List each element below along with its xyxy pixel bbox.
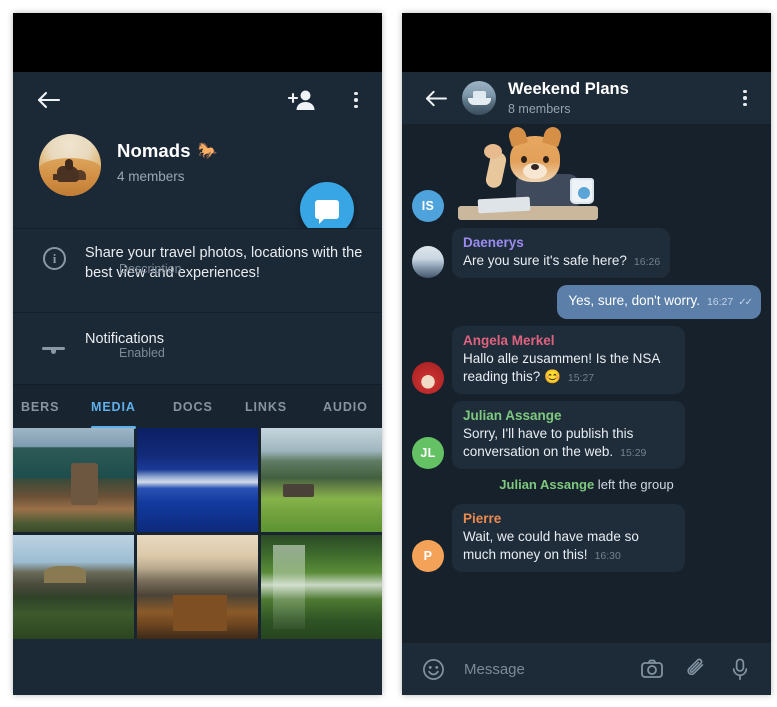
notifications-row[interactable]: Notifications Enabled: [13, 312, 382, 384]
incoming-message[interactable]: Angela Merkel Hallo alle zusammen! Is the…: [412, 326, 761, 394]
message-text: Wait, we could have made so much money o…: [463, 528, 675, 565]
description-label: Description: [119, 262, 182, 276]
doge-sticker-icon[interactable]: [454, 130, 604, 222]
tab-audio[interactable]: AUDIO: [323, 385, 368, 429]
media-thumbnail[interactable]: [261, 535, 382, 639]
group-info-screen: Nomads 🐎 4 members i Share your travel p…: [13, 72, 382, 695]
message-sender[interactable]: Angela Merkel: [463, 333, 675, 348]
group-name: Nomads 🐎: [117, 140, 218, 162]
message-list[interactable]: IS Daenerys Are you sure it's safe here? 16…: [402, 124, 771, 643]
media-tabbar: BERS MEDIA DOCS LINKS AUDIO: [13, 384, 382, 429]
outgoing-message[interactable]: Yes, sure, don't worry. 16:27 ✓✓: [412, 285, 761, 319]
more-vert-icon[interactable]: [343, 85, 369, 115]
tab-label: DOCS: [173, 399, 213, 414]
avatar[interactable]: JL: [412, 437, 444, 469]
add-person-icon[interactable]: [287, 85, 317, 115]
tab-label: MEDIA: [91, 399, 136, 414]
description-row[interactable]: i Share your travel photos, locations wi…: [13, 228, 382, 312]
group-info-phone: Nomads 🐎 4 members i Share your travel p…: [13, 13, 382, 695]
media-thumbnail[interactable]: [13, 535, 134, 639]
message-sender[interactable]: Daenerys: [463, 235, 660, 250]
message-time: 16:27: [706, 296, 734, 308]
tab-label: LINKS: [245, 399, 287, 414]
status-bar: [13, 13, 382, 72]
avatar[interactable]: [412, 362, 444, 394]
message-time: 15:27: [567, 372, 595, 384]
group-profile: Nomads 🐎 4 members: [13, 128, 382, 236]
horse-emoji-icon: 🐎: [197, 143, 218, 160]
group-info-toolbar: [13, 72, 382, 128]
chat-phone: Weekend Plans 8 members IS Daenerys Are yo…: [402, 13, 771, 695]
message-text: Yes, sure, don't worry. 16:27 ✓✓: [568, 292, 753, 312]
sticker-message[interactable]: IS: [412, 130, 761, 222]
screenshot-stage: Nomads 🐎 4 members i Share your travel p…: [0, 0, 777, 707]
message-bubble[interactable]: Angela Merkel Hallo alle zusammen! Is the…: [452, 326, 685, 394]
chat-toolbar: Weekend Plans 8 members: [402, 72, 771, 124]
avatar[interactable]: IS: [412, 190, 444, 222]
incoming-message[interactable]: P Pierre Wait, we could have made so much …: [412, 504, 761, 572]
tab-label: BERS: [21, 399, 60, 414]
status-bar: [402, 13, 771, 72]
tab-label: AUDIO: [323, 399, 368, 414]
info-icon: i: [43, 247, 67, 271]
media-thumbnail[interactable]: [261, 428, 382, 532]
message-bubble[interactable]: Pierre Wait, we could have made so much m…: [452, 504, 685, 572]
tab-docs[interactable]: DOCS: [173, 385, 213, 429]
message-text: Are you sure it's safe here? 16:26: [463, 252, 660, 271]
bell-icon: [43, 331, 67, 355]
service-message-text: Julian Assange left the group: [499, 477, 674, 492]
chat-avatar[interactable]: [462, 81, 496, 115]
double-check-icon: ✓✓: [738, 297, 753, 308]
more-vert-icon[interactable]: [732, 84, 758, 112]
message-text: Sorry, I'll have to publish this convers…: [463, 425, 675, 462]
incoming-message[interactable]: JL Julian Assange Sorry, I'll have to publ…: [412, 401, 761, 469]
tab-bers[interactable]: BERS: [21, 385, 59, 429]
incoming-message[interactable]: Daenerys Are you sure it's safe here? 16:2…: [412, 228, 761, 278]
message-time: 16:30: [594, 550, 621, 562]
message-time: 16:26: [633, 256, 661, 268]
camera-icon[interactable]: [637, 654, 667, 684]
service-message-user[interactable]: Julian Assange: [499, 477, 594, 492]
service-message: Julian Assange left the group: [412, 476, 761, 494]
message-input-bar: Message: [402, 643, 771, 695]
paperclip-icon[interactable]: [681, 654, 711, 684]
message-sender[interactable]: Pierre: [463, 511, 675, 526]
tab-media[interactable]: MEDIA: [91, 385, 136, 429]
chat-bubble-icon: [315, 199, 339, 224]
chat-member-count: 8 members: [508, 102, 571, 116]
chat-screen: Weekend Plans 8 members IS Daenerys Are yo…: [402, 72, 771, 695]
back-icon[interactable]: [422, 84, 450, 112]
notifications-state: Enabled: [119, 346, 165, 360]
message-sender[interactable]: Julian Assange: [463, 408, 675, 423]
group-name-text: Nomads: [117, 140, 191, 161]
group-member-count: 4 members: [117, 169, 185, 184]
message-bubble[interactable]: Julian Assange Sorry, I'll have to publis…: [452, 401, 685, 469]
message-time: 15:29: [620, 447, 647, 459]
tab-links[interactable]: LINKS: [245, 385, 287, 429]
message-input[interactable]: Message: [464, 661, 623, 678]
media-thumbnail[interactable]: [137, 535, 258, 639]
message-text: Hallo alle zusammen! Is the NSA reading …: [463, 350, 675, 387]
media-grid: [13, 428, 382, 639]
back-icon[interactable]: [33, 84, 65, 116]
group-avatar[interactable]: [39, 134, 101, 196]
message-bubble[interactable]: Yes, sure, don't worry. 16:27 ✓✓: [557, 285, 761, 319]
message-bubble[interactable]: Daenerys Are you sure it's safe here? 16:2…: [452, 228, 671, 278]
avatar[interactable]: [412, 246, 444, 278]
media-thumbnail[interactable]: [13, 428, 134, 532]
avatar[interactable]: P: [412, 540, 444, 572]
microphone-icon[interactable]: [725, 654, 755, 684]
media-thumbnail[interactable]: [137, 428, 258, 532]
chat-title: Weekend Plans: [508, 80, 629, 98]
smiley-icon[interactable]: [418, 654, 448, 684]
